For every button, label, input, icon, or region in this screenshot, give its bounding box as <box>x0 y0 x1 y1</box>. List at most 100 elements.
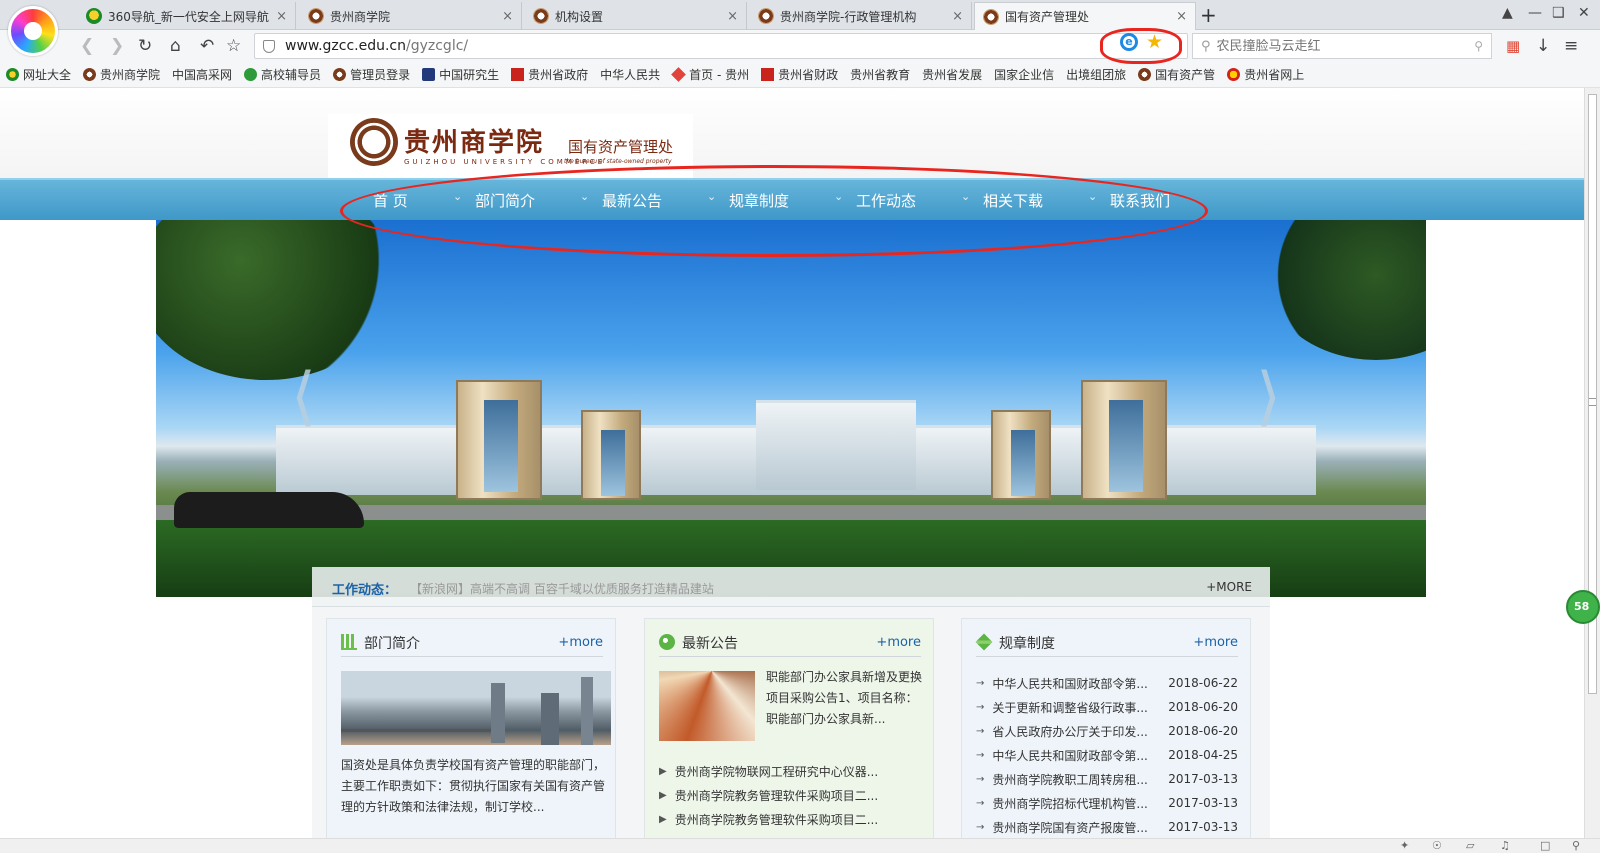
bookmark-item[interactable]: 贵州商学院 <box>83 66 160 83</box>
arrow-right-icon: → <box>976 701 985 713</box>
bookmark-item[interactable]: 贵州省教育 <box>850 66 910 83</box>
list-item[interactable]: → 贵州商学院招标代理机构管... 2017-03-13 <box>976 791 1238 815</box>
list-item[interactable]: ▶ 贵州商学院物联网工程研究中心仪器... <box>659 759 921 783</box>
close-icon[interactable]: × <box>276 9 287 24</box>
floating-assistant-badge[interactable]: 58 <box>1566 590 1600 624</box>
panel-header: 部门简介 +more <box>341 631 603 657</box>
minimize-icon[interactable]: — <box>1528 5 1542 21</box>
building-image[interactable] <box>659 671 755 741</box>
hero-carousel[interactable]: ⟨ ⟩ <box>156 220 1426 597</box>
list-item-title: 关于更新和调整省级行政事... <box>992 700 1148 715</box>
panel-title: 规章制度 <box>999 636 1055 652</box>
search-go-icon[interactable]: ⚲ <box>1474 39 1483 53</box>
bookmark-label: 网址大全 <box>23 68 72 82</box>
favorite-icon[interactable]: ☆ <box>226 36 241 56</box>
bookmark-label: 贵州省政府 <box>528 68 589 82</box>
address-bar[interactable]: www.gzcc.edu.cn /gyzcglc/ <box>254 33 1188 59</box>
close-icon[interactable]: × <box>502 9 513 24</box>
window-close-icon[interactable]: ✕ <box>1578 5 1590 21</box>
pin-icon[interactable]: ✦ <box>1400 839 1409 852</box>
dept-intro-text[interactable]: 国资处是具体负责学校国有资产管理的职能部门，主要工作职责如下：贯彻执行国家有关国… <box>341 755 611 818</box>
speed-icon[interactable]: ☉ <box>1432 839 1442 852</box>
more-link[interactable]: +more <box>876 635 921 650</box>
zoom-icon[interactable]: ⚲ <box>1572 839 1580 852</box>
panel-header: 规章制度 +more <box>975 631 1238 657</box>
tab-gzcc[interactable]: 贵州商学院 × <box>300 2 522 30</box>
download-icon[interactable]: ↓ <box>1536 36 1550 56</box>
bar-chart-icon <box>341 634 357 650</box>
forward-icon[interactable]: ❯ <box>110 36 124 56</box>
list-item[interactable]: → 贵州商学院国有资产报废管... 2017-03-13 <box>976 815 1238 838</box>
arrow-right-icon: ▶ <box>659 789 667 801</box>
tab-assets-office[interactable]: 国有资产管理处 × <box>974 2 1196 30</box>
arrow-right-icon: → <box>976 797 985 809</box>
url-path: /gyzcglc/ <box>406 38 469 54</box>
search-box[interactable]: ⚲ ⚲ <box>1192 33 1492 59</box>
undo-icon[interactable]: ↶ <box>200 36 214 56</box>
tab-title: 贵州商学院 <box>330 9 391 24</box>
list-item[interactable]: → 中华人民共和国财政部令第... 2018-06-22 <box>976 671 1238 695</box>
trash-icon[interactable]: ▱ <box>1466 839 1474 852</box>
list-item-title: 中华人民共和国财政部令第... <box>992 676 1148 691</box>
home-icon[interactable]: ⌂ <box>170 36 181 56</box>
bookmark-item[interactable]: 贵州省财政 <box>761 66 838 83</box>
ticker-more-link[interactable]: +MORE <box>1206 580 1252 594</box>
volume-icon[interactable]: ♫ <box>1500 839 1510 852</box>
bookmark-item[interactable]: 首页 - 贵州 <box>671 66 749 83</box>
list-item[interactable]: → 贵州商学院教职工周转房租... 2017-03-13 <box>976 767 1238 791</box>
apps-grid-icon[interactable]: ▦ <box>1506 36 1520 56</box>
list-item[interactable]: ▶ 贵州商学院教务管理软件采购项目二... <box>659 807 921 831</box>
close-icon[interactable]: × <box>952 9 963 24</box>
bookmark-item[interactable]: 中华人民共 <box>600 66 660 83</box>
bookmark-item[interactable]: 贵州省网上 <box>1227 66 1304 83</box>
list-item[interactable]: → 中华人民共和国财政部令第... 2018-04-25 <box>976 743 1238 767</box>
bookmark-item[interactable]: 贵州省政府 <box>511 66 588 83</box>
emblem-icon <box>1227 68 1241 81</box>
back-icon[interactable]: ❮ <box>80 36 94 56</box>
panel-title: 部门简介 <box>364 636 420 652</box>
list-item[interactable]: → 关于更新和调整省级行政事... 2018-06-20 <box>976 695 1238 719</box>
ticker-message[interactable]: 【新浪网】高端不高调 百容千域以优质服务打造精品建站 <box>410 580 714 597</box>
carousel-prev-icon[interactable]: ⟨ <box>291 360 316 434</box>
more-link[interactable]: +more <box>1193 635 1238 650</box>
list-item-title: 贵州商学院国有资产报废管... <box>992 820 1148 835</box>
close-icon[interactable]: × <box>727 9 738 24</box>
new-tab-button[interactable]: + <box>1200 3 1217 27</box>
bookmark-item[interactable]: 网址大全 <box>6 66 71 83</box>
bookmark-item[interactable]: 贵州省发展 <box>922 66 982 83</box>
banner-trees <box>156 220 396 380</box>
bookmark-label: 贵州省网上 <box>1244 68 1305 82</box>
list-item-title: 省人民政府办公厅关于印发... <box>992 724 1148 739</box>
list-item[interactable]: → 省人民政府办公厅关于印发... 2018-06-20 <box>976 719 1238 743</box>
close-icon[interactable]: × <box>1176 9 1187 24</box>
restore-icon[interactable]: ❑ <box>1552 5 1565 21</box>
bookmark-item[interactable]: 出境组团旅 <box>1066 66 1126 83</box>
list-item[interactable]: ▶ 贵州商学院教务管理软件采购项目二... <box>659 783 921 807</box>
red-annotation-ellipse <box>340 165 1208 257</box>
menu-icon[interactable]: ≡ <box>1564 36 1578 56</box>
browser-logo-icon[interactable] <box>8 6 58 56</box>
featured-notice[interactable]: 职能部门办公家具新增及更换项目采购公告1、项目名称：职能部门办公家具新... <box>766 667 926 730</box>
carousel-next-icon[interactable]: ⟩ <box>1256 360 1281 434</box>
bookmark-item[interactable]: 国有资产管 <box>1138 66 1215 83</box>
bookmark-item[interactable]: 中国高采网 <box>172 66 232 83</box>
tab-360-nav[interactable]: 360导航_新一代安全上网导航 × <box>78 2 296 30</box>
refresh-icon[interactable]: ↻ <box>138 36 152 56</box>
rules-list: → 中华人民共和国财政部令第... 2018-06-22 → 关于更新和调整省级行政事… <box>976 671 1238 838</box>
bookmark-item[interactable]: 国家企业信 <box>994 66 1054 83</box>
fullscreen-icon[interactable]: □ <box>1540 839 1550 852</box>
tab-org[interactable]: 机构设置 × <box>525 2 747 30</box>
list-item-title: 贵州商学院教职工周转房租... <box>992 772 1148 787</box>
more-link[interactable]: +more <box>558 635 603 650</box>
shirt-skin-icon[interactable]: ▲ <box>1502 5 1513 21</box>
seal-icon <box>333 68 347 81</box>
tab-admin-org[interactable]: 贵州商学院-行政管理机构 × <box>750 2 972 30</box>
bookmark-item[interactable]: 高校辅导员 <box>244 66 321 83</box>
bookmark-item[interactable]: 管理员登录 <box>333 66 410 83</box>
school-seal-icon <box>983 8 999 25</box>
vertical-scrollbar[interactable] <box>1584 88 1600 838</box>
arrow-right-icon: → <box>976 749 985 761</box>
search-input[interactable] <box>1216 38 1475 54</box>
bookmark-item[interactable]: 中国研究生 <box>422 66 499 83</box>
seal-icon <box>83 68 97 81</box>
